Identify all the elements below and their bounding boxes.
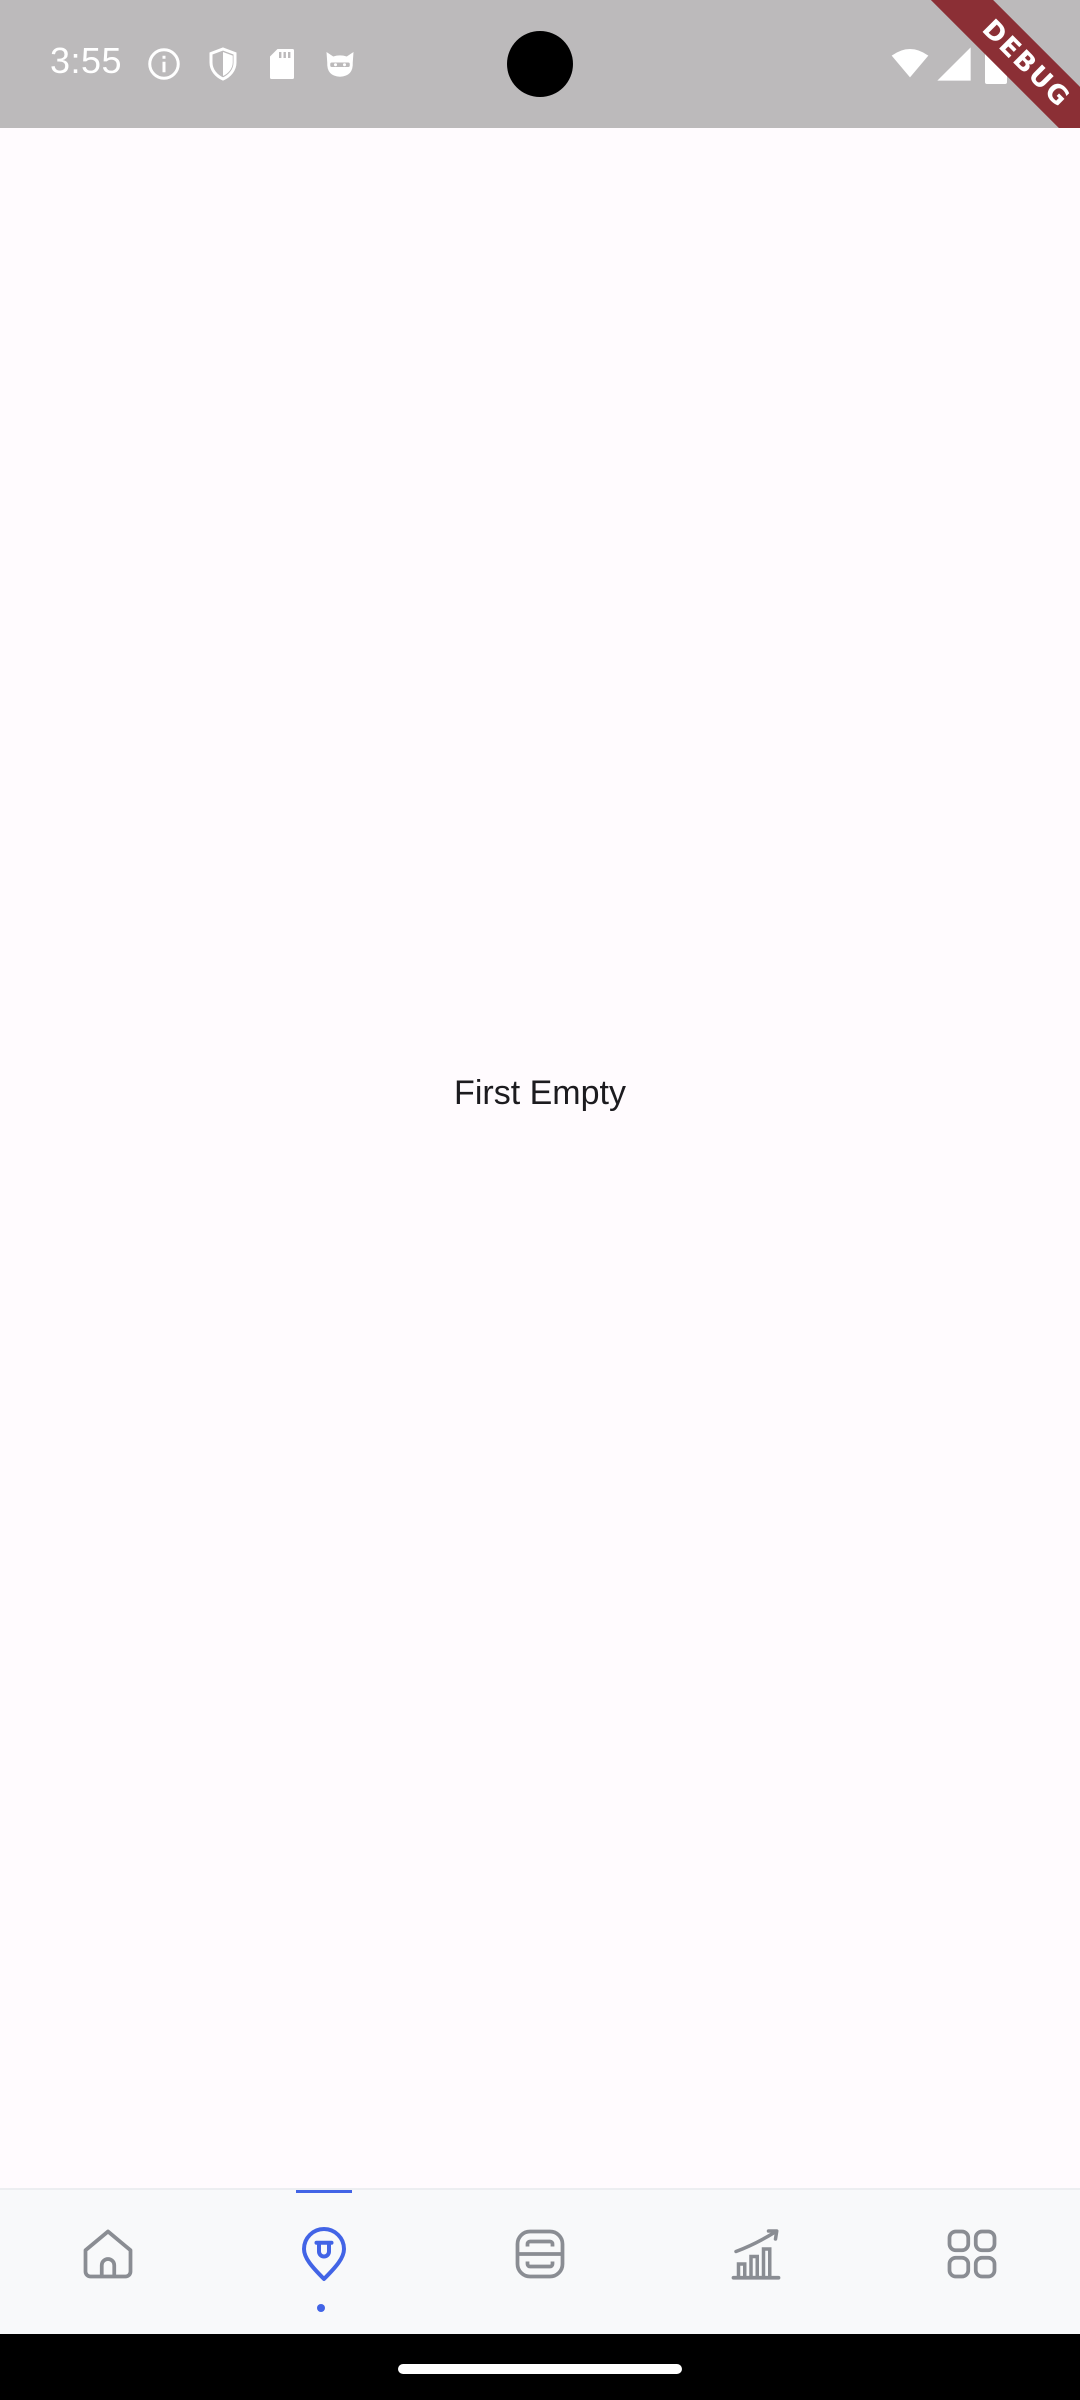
grid-apps-icon	[947, 2229, 997, 2279]
nav-item-scan[interactable]	[432, 2190, 648, 2336]
home-gesture-handle[interactable]	[398, 2364, 682, 2374]
shield-icon	[205, 46, 241, 82]
wifi-icon	[890, 44, 930, 84]
system-navigation-bar	[0, 2334, 1080, 2400]
app-screen: 3:55 DEBUG First Empty	[0, 0, 1080, 2400]
nav-item-location[interactable]	[216, 2190, 432, 2336]
camera-cutout	[507, 31, 573, 97]
active-tab-dot	[317, 2304, 325, 2312]
status-bar: 3:55 DEBUG	[0, 0, 1080, 165]
info-icon	[146, 46, 182, 82]
nav-item-home[interactable]	[0, 2190, 216, 2336]
chart-growth-icon	[731, 2229, 781, 2280]
bottom-navigation-bar	[0, 2188, 1080, 2334]
active-tab-indicator	[296, 2190, 352, 2193]
location-pin-icon	[302, 2227, 346, 2281]
nav-item-stats[interactable]	[648, 2190, 864, 2336]
sd-card-icon	[264, 46, 300, 82]
cellular-signal-icon	[934, 44, 974, 84]
empty-state-text: First Empty	[454, 1074, 626, 1112]
nav-item-more[interactable]	[864, 2190, 1080, 2336]
cat-face-icon	[322, 46, 358, 82]
main-content: First Empty	[0, 128, 1080, 2188]
status-time: 3:55	[50, 40, 123, 81]
scan-icon	[515, 2229, 565, 2279]
home-icon	[83, 2229, 133, 2279]
